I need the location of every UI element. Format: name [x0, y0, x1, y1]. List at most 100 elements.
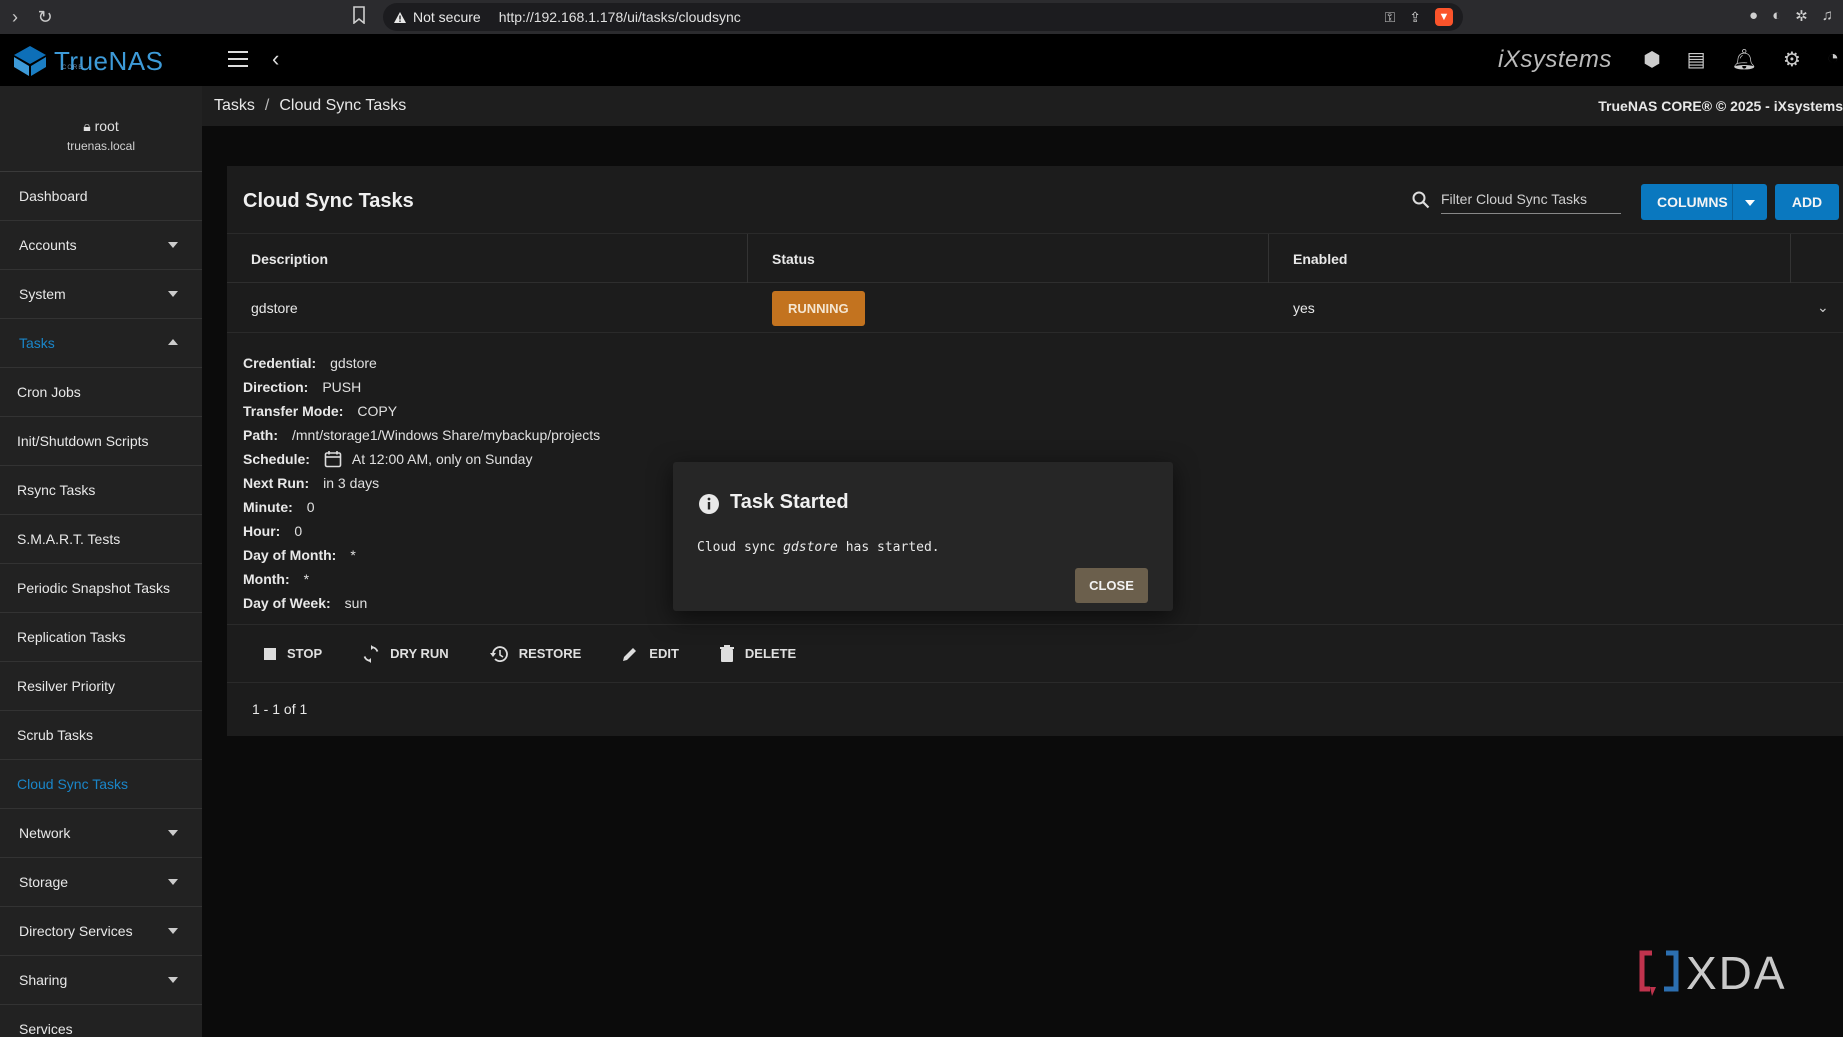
share-icon[interactable]: ⇪ [1409, 9, 1421, 26]
url-text[interactable]: http://192.168.1.178/ui/tasks/cloudsync [499, 9, 741, 25]
columns-button[interactable]: COLUMNS [1641, 184, 1767, 220]
detail-value: gdstore [330, 355, 377, 371]
table-header: Description Status Enabled [227, 234, 1843, 283]
info-icon [699, 494, 719, 514]
extensions-area: ● ◐ ✲ ♫ [1749, 7, 1833, 25]
detail-label: Day of Month: [243, 547, 337, 563]
notifications-bell-icon[interactable]: 🔔︎ [1732, 47, 1757, 72]
stop-button[interactable]: STOP [263, 646, 322, 661]
extension-icon[interactable]: ◐ [1772, 7, 1781, 25]
settings-gear-icon[interactable]: ⚙ [1783, 47, 1801, 72]
detail-path: Path: /mnt/storage1/Windows Share/mybacku… [243, 423, 1843, 447]
key-icon[interactable]: ⚿ [1385, 9, 1396, 26]
filter-input[interactable] [1441, 184, 1621, 214]
sidebar-item-rsync-tasks[interactable]: Rsync Tasks [0, 466, 202, 515]
logo-text: TrueNAS [54, 45, 164, 76]
expand-chevron-icon[interactable]: ⌄ [1817, 299, 1829, 316]
sidebar-item-sharing[interactable]: Sharing [0, 956, 202, 1005]
bookmark-icon[interactable] [352, 6, 366, 29]
sidebar-item-init-shutdown-scripts[interactable]: Init/Shutdown Scripts [0, 417, 202, 466]
truecommand-icon[interactable]: ⬢ [1643, 47, 1660, 72]
sidebar-item-scrub-tasks[interactable]: Scrub Tasks [0, 711, 202, 760]
detail-label: Transfer Mode: [243, 403, 344, 419]
restore-button[interactable]: RESTORE [489, 645, 582, 663]
restore-label: RESTORE [518, 646, 582, 661]
table-row[interactable]: gdstore RUNNING yes ⌄ [227, 283, 1843, 333]
user-info: 🔒︎ root truenas.local [0, 86, 202, 172]
column-header-status[interactable]: Status [748, 234, 1269, 283]
caret-down-icon [168, 242, 178, 248]
sidebar-item-tasks[interactable]: Tasks [0, 319, 202, 368]
sidebar-item-label: Accounts [19, 237, 77, 253]
columns-button-label: COLUMNS [1657, 194, 1728, 210]
sidebar-item-label: System [19, 286, 66, 302]
sidebar-item-label: Network [19, 825, 71, 841]
search-icon [1412, 191, 1430, 209]
column-header-enabled[interactable]: Enabled [1269, 234, 1791, 283]
truenas-logo[interactable]: TrueNAS [12, 44, 163, 78]
add-button[interactable]: ADD [1775, 184, 1839, 220]
sidebar-item-label: Tasks [19, 335, 55, 351]
sidebar-item-label: Periodic Snapshot Tasks [17, 580, 171, 596]
reload-icon[interactable]: ↻ [30, 7, 60, 28]
sidebar-item-periodic-snapshot-tasks[interactable]: Periodic Snapshot Tasks [0, 564, 202, 613]
sidebar-item-label: Resilver Priority [17, 678, 116, 694]
address-bar[interactable]: Not secure http://192.168.1.178/ui/tasks… [383, 3, 1463, 31]
sidebar-item-directory-services[interactable]: Directory Services [0, 907, 202, 956]
collapse-chevron-icon[interactable]: ‹ [272, 46, 279, 72]
caret-down-icon [168, 830, 178, 836]
status-badge[interactable]: RUNNING [772, 290, 865, 326]
caret-up-icon [168, 339, 178, 345]
sidebar-item-smart-tests[interactable]: S.M.A.R.T. Tests [0, 515, 202, 564]
detail-label: Month: [243, 571, 290, 587]
logo-subtitle: CORE [62, 65, 84, 71]
user-host: truenas.local [66, 139, 136, 153]
breadcrumb-item-tasks[interactable]: Tasks / Cloud Sync Tasks [214, 97, 406, 115]
sidebar-item-label: Scrub Tasks [17, 727, 93, 743]
close-button[interactable]: CLOSE [1075, 568, 1148, 603]
security-indicator[interactable]: Not secure [393, 9, 481, 25]
puzzle-icon[interactable]: ✲ [1795, 7, 1808, 25]
warning-icon [394, 11, 406, 23]
sidebar-item-network[interactable]: Network [0, 809, 202, 858]
trash-icon [719, 644, 734, 662]
sidebar-item-resilver-priority[interactable]: Resilver Priority [0, 662, 202, 711]
caret-down-icon [168, 879, 178, 885]
delete-button[interactable]: DELETE [719, 644, 796, 663]
sidebar-item-cron-jobs[interactable]: Cron Jobs [0, 368, 202, 417]
sidebar-item-label: Rsync Tasks [17, 482, 96, 498]
edit-button[interactable]: EDIT [621, 645, 679, 663]
caret-down-icon[interactable] [1745, 200, 1755, 206]
calendar-icon [324, 451, 342, 468]
card-header: Cloud Sync Tasks COLUMNS ADD [227, 166, 1843, 234]
sidebar-item-storage[interactable]: Storage [0, 858, 202, 907]
detail-value: sun [344, 595, 368, 611]
sidebar-item-replication-tasks[interactable]: Replication Tasks [0, 613, 202, 662]
menu-toggle-icon[interactable] [228, 51, 248, 67]
power-icon[interactable]: ◔ [1827, 47, 1839, 72]
pencil-icon [623, 647, 637, 661]
dry-run-button[interactable]: DRY RUN [362, 644, 449, 663]
row-actions: STOP DRY RUN RESTORE EDIT DELETE [227, 625, 1843, 683]
caret-down-icon [168, 977, 178, 983]
sidebar-item-accounts[interactable]: Accounts [0, 221, 202, 270]
tasks-clipboard-icon[interactable]: ▤ [1687, 47, 1706, 72]
breadcrumb-parent[interactable]: Tasks [214, 97, 255, 114]
forward-icon[interactable]: › [0, 7, 30, 28]
sidebar-item-system[interactable]: System [0, 270, 202, 319]
sidebar-item-label: Replication Tasks [17, 629, 126, 645]
detail-transfer-mode: Transfer Mode: COPY [243, 399, 1843, 423]
detail-value: 0 [306, 499, 315, 515]
ixsystems-logo[interactable]: iXsystems [1498, 46, 1612, 74]
media-icon[interactable]: ♫ [1822, 7, 1833, 25]
sidebar-item-cloud-sync-tasks[interactable]: Cloud Sync Tasks [0, 760, 202, 809]
detail-label: Path: [243, 427, 278, 443]
cell-status: RUNNING [748, 283, 1269, 333]
sidebar-item-label: Directory Services [19, 923, 133, 939]
column-header-description[interactable]: Description [227, 234, 748, 283]
brave-shield-icon[interactable]: ▼ [1435, 8, 1453, 26]
extension-icon[interactable]: ● [1749, 7, 1758, 25]
sidebar-item-dashboard[interactable]: Dashboard [0, 172, 202, 221]
sidebar-item-services[interactable]: Services [0, 1005, 202, 1037]
sidebar-item-label: Init/Shutdown Scripts [17, 433, 149, 449]
